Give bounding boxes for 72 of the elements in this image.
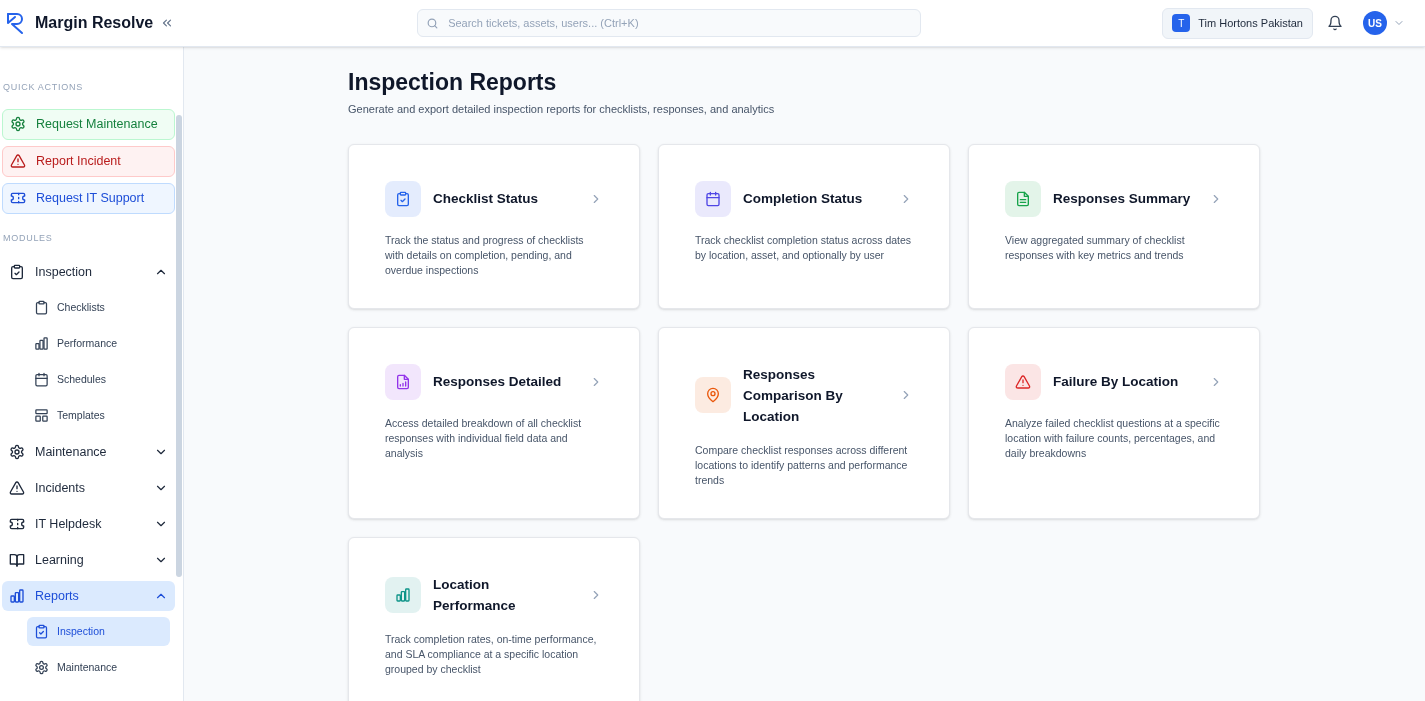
gear-icon [10, 116, 26, 132]
bar-chart-icon [395, 586, 411, 603]
report-title: Responses Summary [1053, 190, 1192, 208]
report-title: Completion Status [743, 190, 864, 208]
report-title: Responses Comparison By Location [743, 365, 844, 426]
module-nav-item[interactable]: Incidents [2, 473, 175, 503]
report-card[interactable]: Failure By Location Analyze failed checklist questions at a specific location with failure counts, percentages, and daily breakdowns [968, 326, 1260, 519]
report-title: Failure By Location [1053, 373, 1180, 391]
module-nav-item[interactable]: Inspection [2, 257, 175, 287]
ticket-icon [10, 190, 26, 206]
report-card[interactable]: Responses Detailed Access detailed breakdown of all checklist responses with individual field data and analysis [348, 326, 640, 519]
notification-bell-icon[interactable] [1327, 15, 1343, 31]
page-subtitle: Generate and export detailed inspection reports for checklists, responses, and analytics [348, 102, 776, 117]
report-description: Track checklist completion status across dates by location, asset, and optionally by user [695, 232, 913, 263]
request-support-button[interactable]: Request IT Support [2, 182, 175, 214]
report-description: Analyze failed checklist questions at a specific location with failure counts, percentages, and daily breakdowns [1005, 415, 1221, 461]
report-description: Track completion rates, on-time performance, and SLA compliance at a specific location grouped by checklist [385, 631, 598, 677]
submenu-item[interactable]: Maintenance [27, 653, 170, 682]
book-icon [9, 552, 25, 568]
scrollbar[interactable] [176, 115, 182, 577]
calendar-icon [705, 190, 721, 207]
layout-icon [34, 408, 49, 423]
clipboard-check-icon [34, 624, 49, 639]
bar-chart-icon [34, 336, 49, 351]
organization-initial: T [1172, 14, 1191, 32]
report-title: Location Performance [433, 575, 517, 615]
report-card[interactable]: Completion Status Track checklist completion status across dates by location, asset, and optionally by user [658, 143, 950, 309]
clipboard-check-icon [9, 264, 25, 280]
collapse-icon[interactable] [160, 16, 174, 30]
document-icon [1015, 190, 1031, 207]
report-description: Compare checklist responses across different locations to identify patterns and performance trends [695, 442, 909, 488]
search-field[interactable]: Search tickets, assets, users... (Ctrl+K) [417, 9, 922, 37]
report-card[interactable]: Responses Summary View aggregated summary of checklist responses with key metrics and trends [968, 143, 1260, 309]
gear-icon [34, 660, 49, 675]
submenu-item[interactable]: Templates [27, 401, 170, 430]
report-description: View aggregated summary of checklist responses with key metrics and trends [1005, 232, 1186, 263]
report-title: Responses Detailed [433, 373, 563, 391]
submenu-item[interactable]: Inspection [27, 617, 170, 646]
submenu-item[interactable]: Performance [27, 329, 170, 358]
module-nav-item[interactable]: Maintenance [2, 437, 175, 467]
search-icon [426, 17, 440, 30]
report-description: Track the status and progress of checklists with details on completion, pending, and overdue inspections [385, 232, 585, 278]
user-avatar[interactable]: US [1363, 11, 1387, 35]
page-title: Inspection Reports [348, 69, 558, 95]
module-nav-item[interactable]: IT Helpdesk [2, 509, 175, 539]
request-maintenance-button[interactable]: Request Maintenance [2, 108, 175, 140]
warning-icon [10, 153, 26, 169]
report-card[interactable]: Responses Comparison By Location Compare checklist responses across different locations to identify patterns and performance trends [658, 326, 950, 519]
submenu-item[interactable]: Schedules [27, 365, 170, 394]
clipboard-icon [34, 300, 49, 315]
report-description: Access detailed breakdown of all checklist responses with individual field data and analysis [385, 415, 583, 461]
module-nav-item[interactable]: Learning [2, 545, 175, 575]
document-chart-icon [395, 373, 411, 390]
gear-icon [9, 444, 25, 460]
calendar-icon [34, 372, 49, 387]
section-heading: MODULES [2, 231, 54, 245]
warning-icon [1015, 373, 1031, 390]
app-name: Margin Resolve [35, 13, 154, 33]
bar-chart-icon [9, 588, 25, 604]
organization-selector[interactable]: T Tim Hortons Pakistan [1162, 7, 1313, 39]
report-title: Checklist Status [433, 190, 540, 208]
location-pin-icon [705, 387, 721, 403]
submenu-item[interactable]: Checklists [27, 293, 170, 322]
warning-icon [9, 480, 25, 496]
report-card[interactable]: Location Performance Track completion rates, on-time performance, and SLA compliance at a specific location grouped by checklist [348, 536, 640, 701]
report-incident-button[interactable]: Report Incident [2, 145, 175, 177]
section-heading: QUICK ACTIONS [2, 81, 84, 94]
module-nav-item[interactable]: Reports [2, 581, 175, 611]
organization-name: Tim Hortons Pakistan [1198, 15, 1303, 31]
ticket-icon [9, 516, 25, 532]
report-card[interactable]: Checklist Status Track the status and progress of checklists with details on completion, pending, and overdue inspections [348, 143, 640, 309]
clipboard-check-icon [395, 190, 411, 207]
